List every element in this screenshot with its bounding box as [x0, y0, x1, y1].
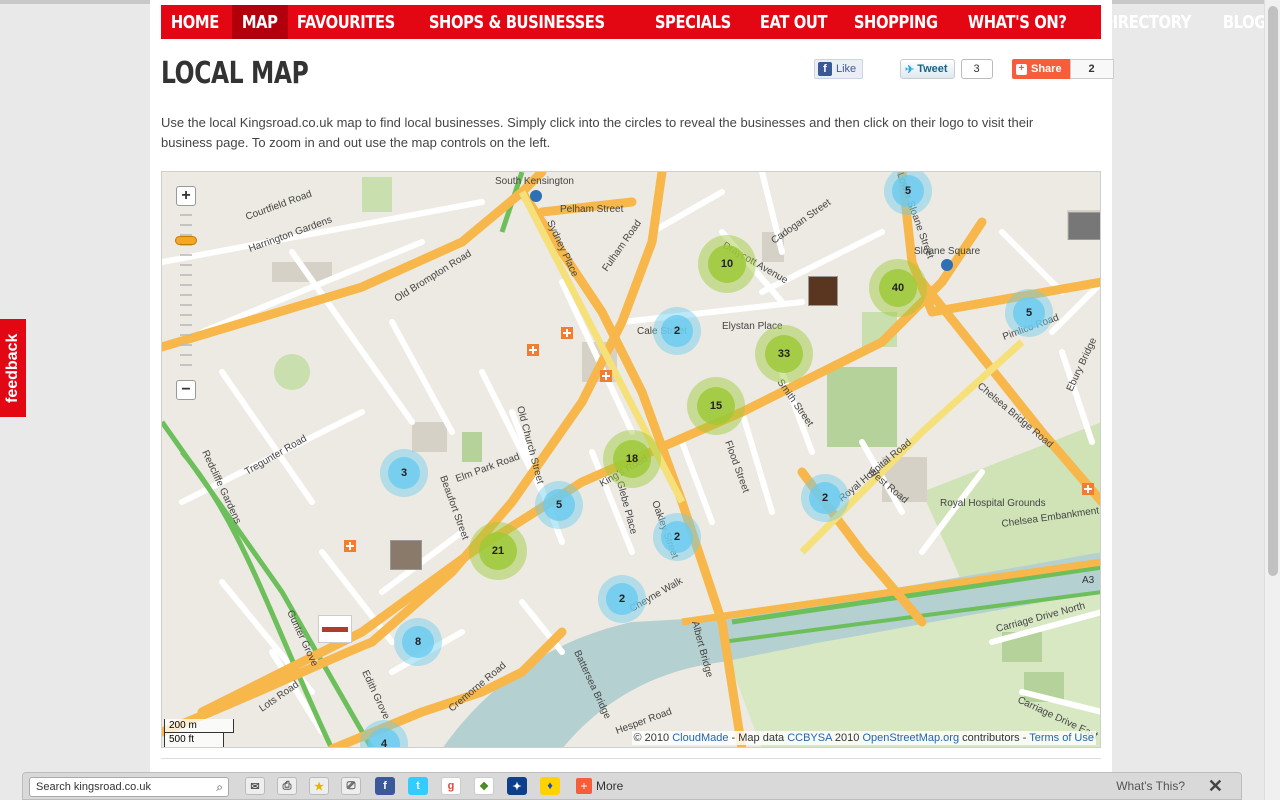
tweet-label: Tweet [917, 63, 948, 75]
cluster-marker[interactable]: 2 [801, 474, 849, 522]
facebook-icon: f [818, 62, 832, 76]
email-icon[interactable]: ✉ [245, 777, 265, 795]
label-beaufort-street: Beaufort Street [437, 474, 470, 541]
share-label: Share [1031, 63, 1062, 75]
cluster-marker[interactable]: 8 [394, 618, 442, 666]
page-scrollbar[interactable] [1264, 0, 1280, 800]
label-glebe-place: Glebe Place [614, 480, 639, 536]
label-tregunter-road: Tregunter Road [243, 433, 309, 477]
favourite-star-icon[interactable]: ★ [309, 777, 329, 795]
plus-icon: + [576, 778, 592, 794]
scale-metric: 200 m [164, 719, 234, 733]
twitter-bird-icon: ✈ [905, 63, 915, 76]
label-ebury-bridge: Ebury Bridge [1065, 336, 1100, 393]
cluster-marker[interactable]: 18 [603, 430, 661, 488]
share-widget: + Share 2 [1012, 59, 1114, 79]
cluster-marker[interactable]: 21 [469, 522, 527, 580]
label-courtfield-road: Courtfield Road [244, 189, 313, 223]
ccbysa-link[interactable]: CCBYSA [787, 732, 832, 744]
facebook-like-button[interactable]: f Like [814, 59, 864, 79]
map-attribution: © 2010 CloudMade - Map data CCBYSA 2010 … [631, 731, 1096, 745]
more-label: More [596, 779, 624, 793]
scale-imperial: 500 ft [164, 733, 224, 747]
svg-text:A3: A3 [1082, 575, 1095, 586]
attrib-contributors: contributors - [962, 732, 1027, 744]
myspace-icon[interactable]: ✦ [507, 777, 527, 795]
cluster-marker[interactable]: 33 [755, 325, 813, 383]
cloudmade-link[interactable]: CloudMade [672, 732, 728, 744]
facebook-share-icon[interactable]: f [375, 777, 395, 795]
search-placeholder: Search kingsroad.co.uk [36, 781, 151, 793]
plus-icon: + [1016, 63, 1027, 75]
nav-specials[interactable]: SPECIALS [645, 5, 741, 39]
zoom-slider-handle[interactable] [175, 236, 197, 245]
local-map[interactable]: South Kensington Pelham Street Sloane Sq… [161, 171, 1101, 748]
label-royal-hospital-grounds: Royal Hospital Grounds [940, 498, 1046, 509]
share-button[interactable]: + Share [1012, 59, 1070, 79]
tweet-count: 3 [960, 59, 993, 79]
nav-directory[interactable]: DIRECTORY [1091, 5, 1201, 39]
intro-text: Use the local Kingsroad.co.uk map to fin… [161, 115, 1034, 150]
tweet-button[interactable]: ✈ Tweet [900, 59, 955, 79]
cluster-marker[interactable]: 3 [380, 449, 428, 497]
business-photo-marker[interactable] [1068, 212, 1100, 240]
business-logo-marker[interactable] [318, 615, 352, 643]
delicious-icon[interactable]: ♦ [540, 777, 560, 795]
nav-favourites[interactable]: FAVOURITES [287, 5, 405, 39]
label-cadogan-street: Cadogan Street [769, 197, 833, 246]
bookmark-icon[interactable]: ⎙ [277, 777, 297, 795]
divider [161, 758, 1101, 759]
page-title: LOCAL MAP [161, 56, 309, 91]
label-fulham-road: Fulham Road [600, 218, 643, 273]
twitter-share-icon[interactable]: t [408, 777, 428, 795]
cluster-marker[interactable]: 5 [535, 481, 583, 529]
more-button[interactable]: + More [576, 776, 623, 796]
cluster-marker[interactable]: 2 [598, 575, 646, 623]
label-south-kensington: South Kensington [495, 176, 574, 187]
cluster-marker[interactable]: 2 [653, 513, 701, 561]
osm-link[interactable]: OpenStreetMap.org [862, 732, 959, 744]
like-label: Like [836, 63, 857, 75]
business-logo-marker[interactable] [808, 276, 838, 306]
site-search-input[interactable]: Search kingsroad.co.uk ⌕ [29, 777, 229, 797]
attrib-prefix: © 2010 [633, 732, 670, 744]
nav-map[interactable]: MAP [231, 5, 287, 39]
whats-this-link[interactable]: What's This? [1116, 779, 1185, 793]
nav-eat-out[interactable]: EAT OUT [750, 5, 837, 39]
nav-home[interactable]: HOME [161, 5, 229, 39]
main-nav: HOME MAP FAVOURITES SHOPS & BUSINESSES S… [161, 5, 1266, 39]
share-toolbar: Search kingsroad.co.uk ⌕ ✉ ⎙ ★ ⎚ f t g ❖… [22, 772, 1242, 800]
label-pelham-street: Pelham Street [560, 204, 624, 215]
cluster-marker[interactable]: 10 [698, 235, 756, 293]
cluster-marker[interactable]: 15 [687, 377, 745, 435]
search-icon[interactable]: ⌕ [216, 780, 223, 795]
cluster-marker[interactable]: 5 [1005, 289, 1053, 337]
feedback-tab[interactable]: feedback [0, 319, 26, 417]
close-icon[interactable]: ✕ [1208, 776, 1223, 797]
business-photo-marker[interactable] [390, 540, 422, 570]
scrollbar-thumb[interactable] [1268, 6, 1278, 576]
attrib-year: 2010 [834, 732, 860, 744]
share-count: 2 [1069, 59, 1114, 79]
zoom-out-button[interactable]: − [176, 380, 196, 400]
label-flood-street: Flood Street [722, 439, 751, 494]
label-edith-grove: Edith Grove [359, 669, 391, 722]
windows-live-icon[interactable]: ❖ [474, 777, 494, 795]
attrib-mapdata: - Map data [731, 732, 785, 744]
cluster-marker[interactable]: 2 [653, 307, 701, 355]
tweet-widget: ✈ Tweet 3 [900, 59, 993, 79]
zoom-control: + − [174, 186, 198, 402]
nav-whats-on[interactable]: WHAT'S ON? [958, 5, 1076, 39]
cluster-marker[interactable]: 40 [869, 259, 927, 317]
print-icon[interactable]: ⎚ [341, 777, 361, 795]
map-scale: 200 m 500 ft [164, 719, 234, 747]
terms-link[interactable]: Terms of Use [1029, 732, 1094, 744]
zoom-in-button[interactable]: + [176, 186, 196, 206]
google-icon[interactable]: g [441, 777, 461, 795]
nav-shopping[interactable]: SHOPPING [844, 5, 948, 39]
nav-shops-businesses[interactable]: SHOPS & BUSINESSES [419, 5, 615, 39]
